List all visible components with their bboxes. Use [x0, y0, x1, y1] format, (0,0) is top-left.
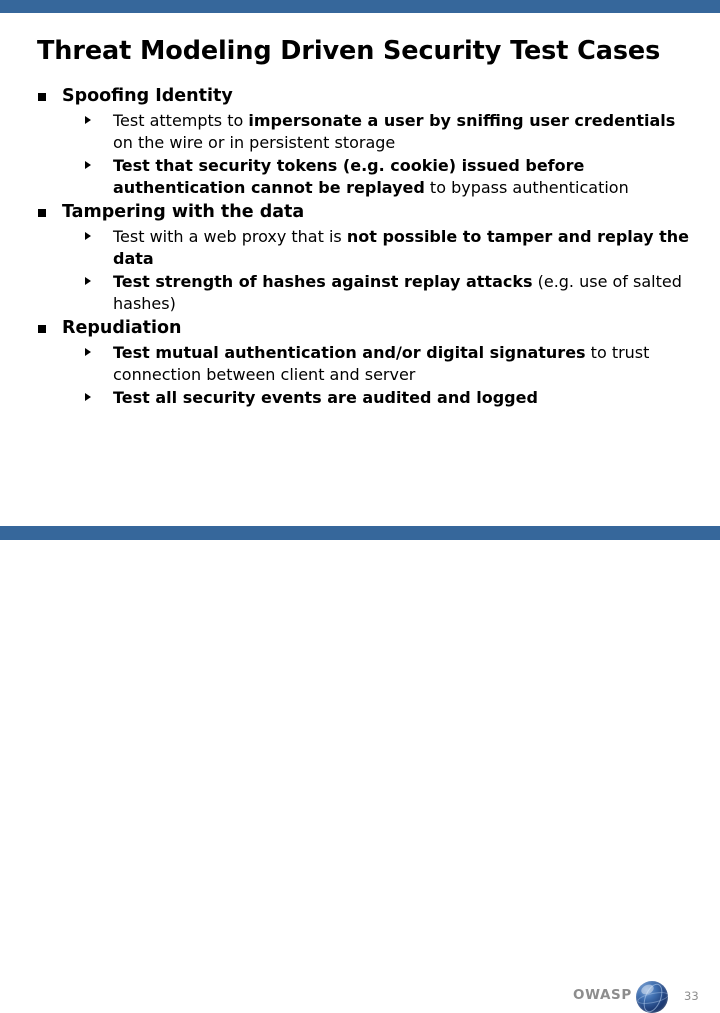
outline-sublist: Test mutual authentication and/or digita… [62, 342, 696, 409]
slide: Threat Modeling Driven Security Test Cas… [0, 0, 720, 1013]
outline-sublist: Test attempts to impersonate a user by s… [62, 110, 696, 198]
outline-item-level1: Tampering with the data Test with a web p… [36, 200, 696, 314]
triangle-bullet-icon [85, 161, 91, 169]
outline-item-level2-label: Test attempts to impersonate a user by s… [113, 110, 696, 153]
owasp-globe-icon [636, 981, 668, 1013]
outline-item-level2-label: Test mutual authentication and/or digita… [113, 342, 696, 385]
outline-item-level2: Test attempts to impersonate a user by s… [62, 110, 696, 153]
outline-item-level2: Test with a web proxy that is not possib… [62, 226, 696, 269]
plain-text: Test with a web proxy that is [113, 227, 347, 246]
triangle-bullet-icon [85, 277, 91, 285]
page-title: Threat Modeling Driven Security Test Cas… [37, 36, 661, 66]
plain-text: on the wire or in persistent storage [113, 132, 396, 152]
triangle-bullet-icon [85, 232, 91, 240]
owasp-brand-label: OWASP [573, 987, 632, 1003]
outline-item-level1: Spoofing Identity Test attempts to impers… [36, 84, 696, 198]
triangle-bullet-icon [85, 393, 91, 401]
outline-item-level2: Test that security tokens (e.g. cookie) … [62, 155, 696, 198]
square-bullet-icon [38, 325, 46, 333]
outline-sublist: Test with a web proxy that is not possib… [62, 226, 696, 314]
outline-item-level1: Repudiation Test mutual authentication an… [36, 316, 696, 409]
page-number: 33 [684, 989, 699, 1003]
outline-item-level2-label: Test with a web proxy that is not possib… [113, 226, 696, 269]
outline-item-level2: Test strength of hashes against replay a… [62, 271, 696, 314]
triangle-bullet-icon [85, 348, 91, 356]
plain-text: Test attempts to [113, 111, 249, 130]
outline-item-level2: Test all security events are audited and… [62, 387, 696, 409]
emphasis-text: Test mutual authentication and/or digita… [113, 343, 586, 362]
emphasis-text: impersonate a user by sniffing user cred… [248, 111, 676, 130]
outline-item-level2: Test mutual authentication and/or digita… [62, 342, 696, 385]
outline-item-level1-label: Spoofing Identity [62, 86, 233, 106]
outline-item-level1-label: Repudiation [62, 318, 182, 338]
plain-text: to bypass authentication [424, 177, 629, 197]
bottom-accent-bar [0, 526, 720, 540]
slide-footer: OWASP 33 [0, 490, 720, 1013]
outline-list: Spoofing Identity Test attempts to impers… [36, 84, 696, 409]
emphasis-text: Test strength of hashes against replay a… [113, 272, 533, 291]
triangle-bullet-icon [85, 116, 91, 124]
emphasis-text: Test all security events are audited and… [113, 388, 538, 407]
top-accent-bar [0, 0, 720, 13]
square-bullet-icon [38, 93, 46, 101]
square-bullet-icon [38, 209, 46, 217]
outline-item-level2-label: Test that security tokens (e.g. cookie) … [113, 155, 696, 198]
outline-item-level1-label: Tampering with the data [62, 202, 305, 222]
bullet-content: Spoofing Identity Test attempts to impers… [36, 84, 696, 411]
outline-item-level2-label: Test all security events are audited and… [113, 387, 696, 409]
outline-item-level2-label: Test strength of hashes against replay a… [113, 271, 696, 314]
